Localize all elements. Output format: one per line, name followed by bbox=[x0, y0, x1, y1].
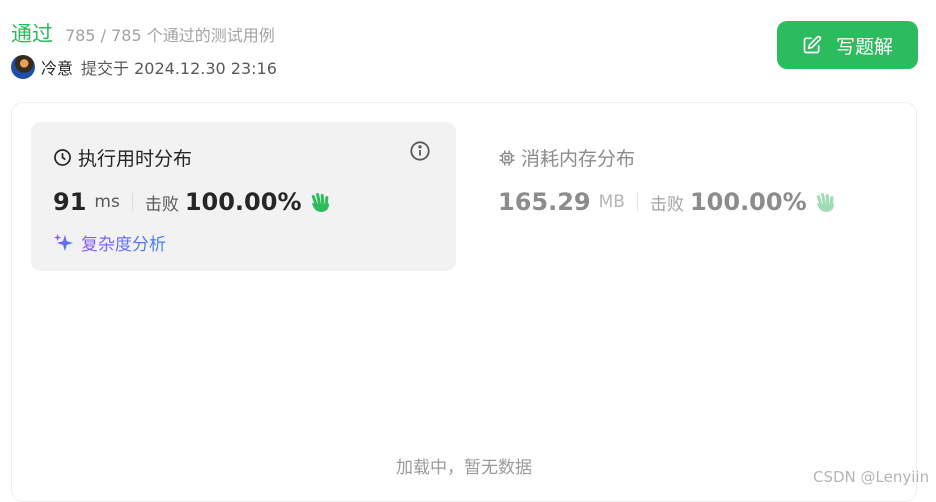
submitter-name[interactable]: 冷意 bbox=[41, 55, 73, 79]
runtime-beat-pct: 100.00% bbox=[184, 188, 302, 216]
clap-icon bbox=[311, 192, 329, 212]
runtime-metric: 91 ms 击败 100.00% bbox=[53, 188, 332, 216]
runtime-beat-label: 击败 bbox=[144, 194, 179, 215]
chip-icon bbox=[499, 150, 515, 165]
clock-icon bbox=[54, 149, 71, 166]
memory-title[interactable]: 消耗内存分布 bbox=[498, 144, 635, 171]
sparkle-icon bbox=[53, 233, 74, 251]
watermark: CSDN @Lenyiin bbox=[813, 468, 930, 486]
submission-status: 通过 785 / 785 个通过的测试用例 bbox=[11, 18, 275, 48]
write-solution-button[interactable]: 写题解 bbox=[777, 21, 918, 69]
memory-beat-pct: 100.00% bbox=[689, 188, 807, 216]
memory-beat-label: 击败 bbox=[649, 194, 684, 215]
submit-time: 提交于 2024.12.30 23:16 bbox=[81, 59, 277, 78]
memory-title-text: 消耗内存分布 bbox=[521, 148, 636, 170]
avatar[interactable] bbox=[11, 55, 35, 79]
runtime-value: 91 bbox=[53, 188, 87, 216]
memory-value: 165.29 bbox=[498, 188, 591, 216]
edit-icon bbox=[803, 35, 822, 54]
info-icon[interactable] bbox=[409, 140, 431, 162]
runtime-card[interactable]: 执行用时分布 91 ms 击败 100.00% 复杂度分析 bbox=[31, 122, 456, 271]
clap-icon bbox=[816, 192, 834, 212]
divider bbox=[636, 193, 638, 211]
status-label: 通过 bbox=[11, 22, 53, 46]
runtime-title: 执行用时分布 bbox=[53, 144, 192, 171]
runtime-unit: ms bbox=[94, 192, 120, 212]
testcase-count: 785 / 785 个通过的测试用例 bbox=[65, 26, 275, 45]
result-panel: 执行用时分布 91 ms 击败 100.00% 复杂度分析 消耗内存分布 165… bbox=[11, 102, 917, 502]
complexity-analysis-link[interactable]: 复杂度分析 bbox=[53, 230, 166, 255]
memory-unit: MB bbox=[598, 192, 625, 212]
empty-state-text: 加载中，暂无数据 bbox=[396, 458, 532, 478]
memory-metric: 165.29 MB 击败 100.00% bbox=[498, 188, 837, 216]
complexity-analysis-label: 复杂度分析 bbox=[81, 230, 166, 255]
runtime-title-text: 执行用时分布 bbox=[78, 148, 193, 170]
submitter-info: 冷意 提交于 2024.12.30 23:16 bbox=[11, 55, 277, 79]
divider bbox=[131, 193, 133, 211]
write-solution-label: 写题解 bbox=[835, 35, 893, 58]
